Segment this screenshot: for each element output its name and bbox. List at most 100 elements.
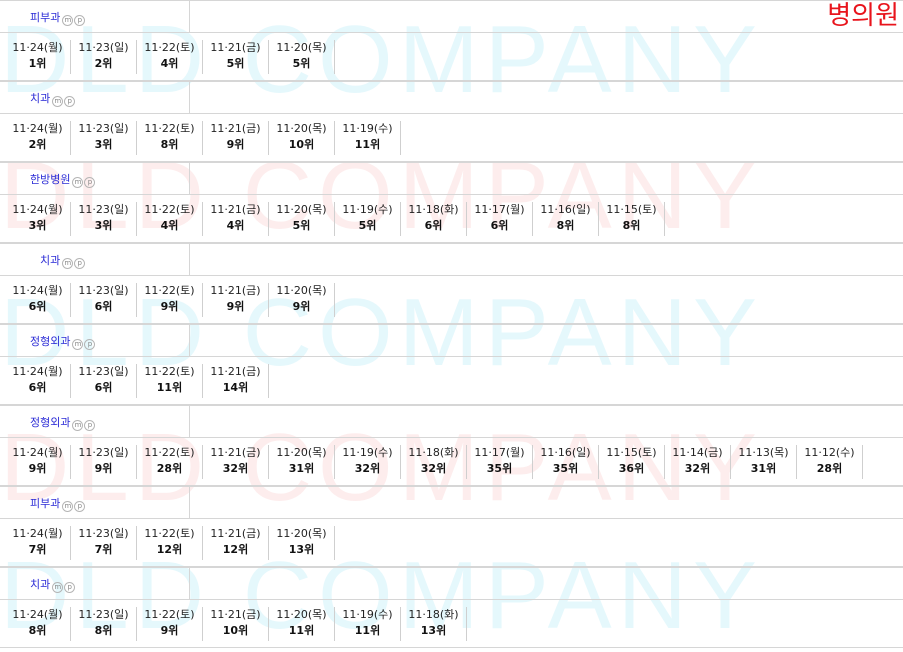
- rank-date: 11·24(월): [12, 446, 63, 459]
- rank-value: 9위: [226, 300, 245, 313]
- mp-icons[interactable]: mp: [72, 174, 96, 188]
- rank-cell: 11·24(월) 8위: [5, 607, 71, 641]
- mp-icons[interactable]: mp: [52, 579, 76, 593]
- dept-link[interactable]: 정형외과 m p: [30, 414, 96, 431]
- rank-date: 11·22(토): [144, 446, 195, 459]
- rank-date: 11·19(수): [342, 122, 393, 135]
- ranking-section: 피부과 m p 11·24(월) 1위 11·23(일) 2위 11·22(토) 4위 11·21…: [0, 0, 903, 81]
- rank-date: 11·23(일): [78, 203, 129, 216]
- rank-date: 11·14(금): [672, 446, 723, 459]
- rank-cell: 11·22(토) 12위: [137, 526, 203, 560]
- rank-cell: 11·24(월) 6위: [5, 364, 71, 398]
- rank-value: 28위: [816, 462, 843, 475]
- mobile-icon[interactable]: m: [62, 258, 74, 269]
- ranking-section: 한방병원 m p 11·24(월) 3위 11·23(일) 3위 11·22(토) 4위 11·2…: [0, 162, 903, 243]
- rank-value: 32위: [222, 462, 249, 475]
- dept-name: 정형외과: [30, 335, 71, 348]
- rank-cell: 11·20(목) 13위: [269, 526, 335, 560]
- rank-date: 11·21(금): [210, 41, 261, 54]
- pc-icon[interactable]: p: [64, 96, 76, 107]
- rank-cell: 11·23(일) 8위: [71, 607, 137, 641]
- rank-date: 11·21(금): [210, 527, 261, 540]
- rank-value: 3위: [94, 138, 113, 151]
- section-header: 정형외과 m p: [0, 324, 903, 357]
- rank-value: 13위: [420, 624, 447, 637]
- rank-value: 6위: [490, 219, 509, 232]
- rank-cell: 11·15(토) 36위: [599, 445, 665, 479]
- pc-icon[interactable]: p: [74, 258, 86, 269]
- rank-value: 11위: [354, 138, 381, 151]
- rank-value: 11위: [288, 624, 315, 637]
- mobile-icon[interactable]: m: [62, 15, 74, 26]
- rank-date: 11·23(일): [78, 527, 129, 540]
- rank-date: 11·20(목): [276, 446, 327, 459]
- rank-row: 11·24(월) 9위 11·23(일) 9위 11·22(토) 28위 11·21(금) 3…: [0, 438, 903, 486]
- dept-link[interactable]: 치과 m p: [40, 252, 86, 269]
- dept-cell: 치과 m p: [0, 244, 190, 275]
- section-header: 피부과 m p: [0, 486, 903, 519]
- dept-link[interactable]: 한방병원 m p: [30, 171, 96, 188]
- rank-row: 11·24(월) 7위 11·23(일) 7위 11·22(토) 12위 11·21(금) 1…: [0, 519, 903, 567]
- rank-date: 11·15(토): [606, 203, 657, 216]
- rank-value: 35위: [486, 462, 513, 475]
- rank-value: 31위: [288, 462, 315, 475]
- dept-link[interactable]: 치과 m p: [30, 90, 76, 107]
- rank-value: 32위: [420, 462, 447, 475]
- rank-date: 11·22(토): [144, 41, 195, 54]
- rank-value: 1위: [28, 57, 47, 70]
- mp-icons[interactable]: mp: [62, 12, 86, 26]
- pc-icon[interactable]: p: [74, 501, 86, 512]
- ranking-list: 피부과 m p 11·24(월) 1위 11·23(일) 2위 11·22(토) 4위 11·21…: [0, 0, 903, 648]
- mobile-icon[interactable]: m: [52, 96, 64, 107]
- dept-link[interactable]: 피부과 m p: [30, 9, 86, 26]
- rank-cell: 11·23(일) 9위: [71, 445, 137, 479]
- mp-icons[interactable]: mp: [62, 498, 86, 512]
- rank-date: 11·20(목): [276, 608, 327, 621]
- mobile-icon[interactable]: m: [52, 582, 64, 593]
- rank-cell: 11·13(목) 31위: [731, 445, 797, 479]
- rank-row: 11·24(월) 2위 11·23(일) 3위 11·22(토) 8위 11·21(금) 9위…: [0, 114, 903, 162]
- mobile-icon[interactable]: m: [72, 339, 84, 350]
- mobile-icon[interactable]: m: [72, 420, 84, 431]
- rank-value: 9위: [160, 300, 179, 313]
- rank-value: 31위: [750, 462, 777, 475]
- rank-date: 11·23(일): [78, 122, 129, 135]
- pc-icon[interactable]: p: [84, 420, 96, 431]
- rank-cell: 11·23(일) 3위: [71, 121, 137, 155]
- rank-cell: 11·21(금) 12위: [203, 526, 269, 560]
- rank-value: 2위: [28, 138, 47, 151]
- rank-cell: 11·24(월) 6위: [5, 283, 71, 317]
- rank-date: 11·15(토): [606, 446, 657, 459]
- rank-value: 10위: [222, 624, 249, 637]
- rank-value: 5위: [292, 57, 311, 70]
- dept-name: 치과: [40, 254, 61, 267]
- pc-icon[interactable]: p: [64, 582, 76, 593]
- dept-cell: 정형외과 m p: [0, 325, 190, 356]
- rank-cell: 11·24(월) 7위: [5, 526, 71, 560]
- rank-value: 4위: [226, 219, 245, 232]
- mp-icons[interactable]: mp: [72, 417, 96, 431]
- rank-cell: 11·20(목) 5위: [269, 40, 335, 74]
- dept-link[interactable]: 정형외과 m p: [30, 333, 96, 350]
- rank-date: 11·19(수): [342, 446, 393, 459]
- rank-date: 11·13(목): [738, 446, 789, 459]
- brand-label: 병의원: [827, 1, 899, 31]
- mobile-icon[interactable]: m: [62, 501, 74, 512]
- mobile-icon[interactable]: m: [72, 177, 84, 188]
- pc-icon[interactable]: p: [74, 15, 86, 26]
- rank-value: 6위: [424, 219, 443, 232]
- rank-cell: 11·21(금) 9위: [203, 121, 269, 155]
- mp-icons[interactable]: mp: [52, 93, 76, 107]
- rank-cell: 11·19(수) 11위: [335, 607, 401, 641]
- rank-value: 5위: [358, 219, 377, 232]
- mp-icons[interactable]: mp: [62, 255, 86, 269]
- pc-icon[interactable]: p: [84, 177, 96, 188]
- rank-cell: 11·19(수) 32위: [335, 445, 401, 479]
- dept-link[interactable]: 피부과 m p: [30, 495, 86, 512]
- dept-link[interactable]: 치과 m p: [30, 576, 76, 593]
- mp-icons[interactable]: mp: [72, 336, 96, 350]
- pc-icon[interactable]: p: [84, 339, 96, 350]
- rank-value: 7위: [94, 543, 113, 556]
- rank-date: 11·22(토): [144, 203, 195, 216]
- ranking-section: 치과 m p 11·24(월) 8위 11·23(일) 8위 11·22(토) 9위 11·21(…: [0, 567, 903, 648]
